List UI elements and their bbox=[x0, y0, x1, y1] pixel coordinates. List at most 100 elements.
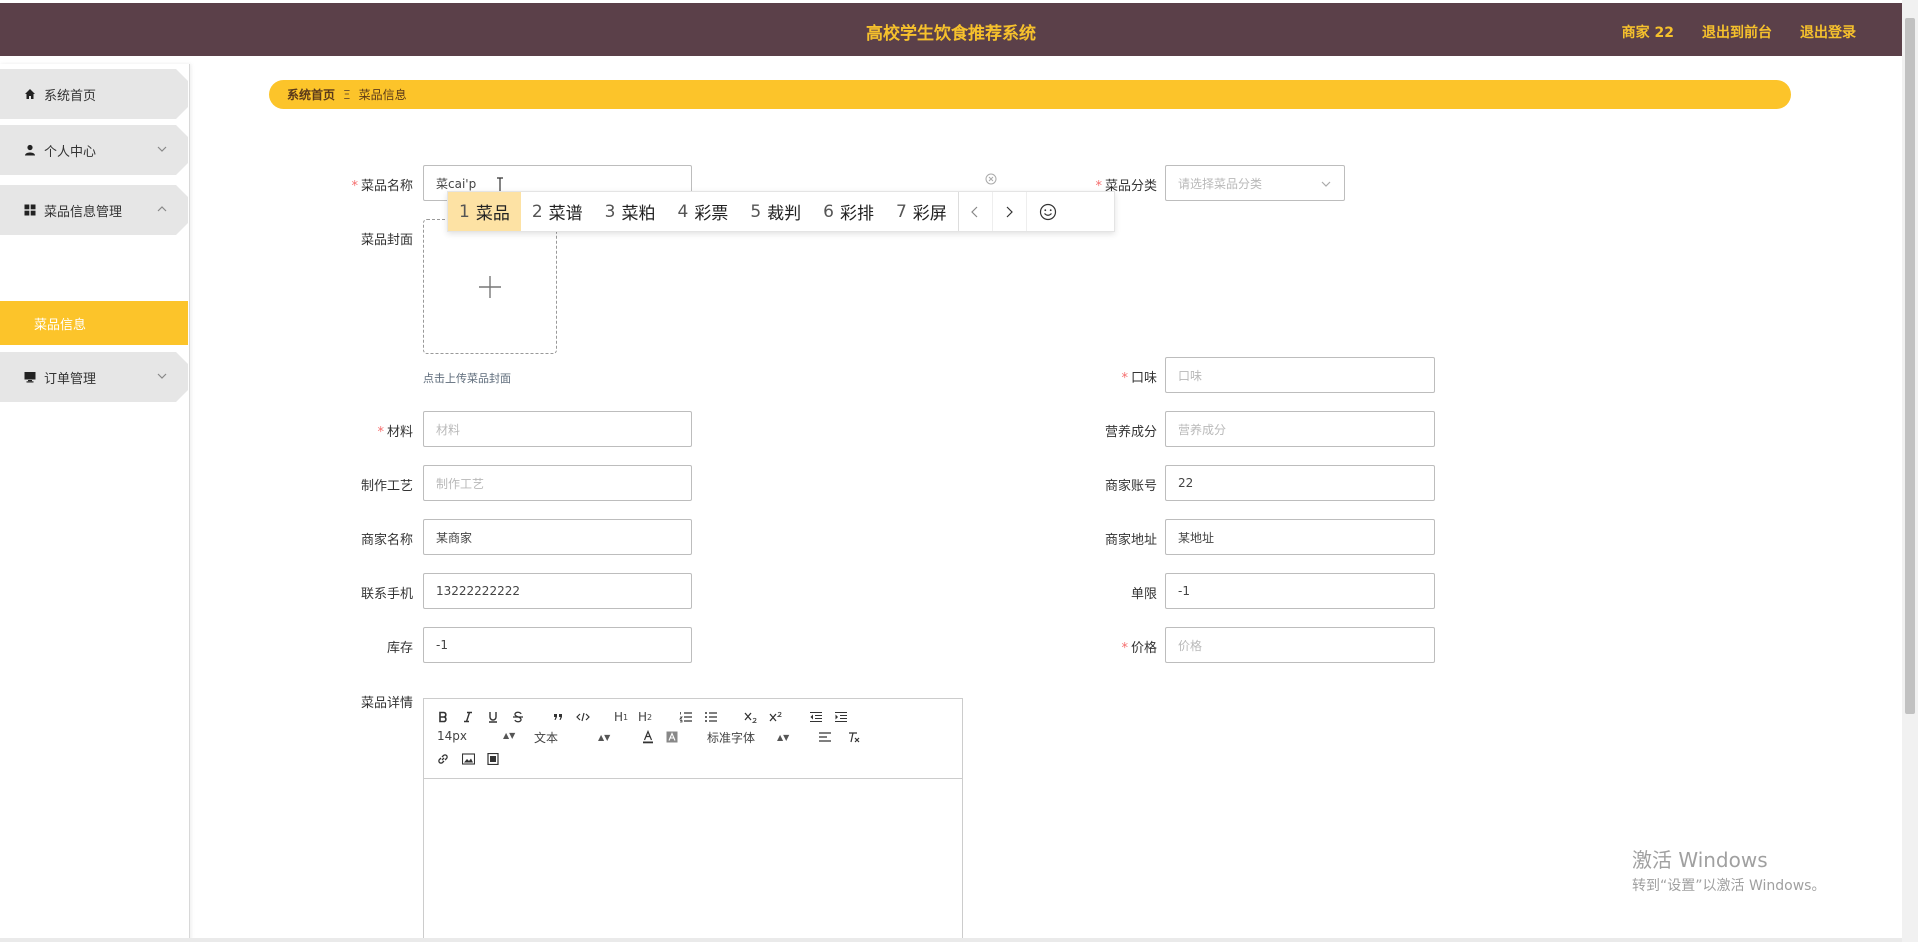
vertical-scrollbar[interactable] bbox=[1902, 0, 1918, 942]
phone-input[interactable]: 13222222222 bbox=[423, 573, 692, 609]
image-icon[interactable] bbox=[462, 751, 475, 767]
ime-candidate-bar: 1 菜品 2 菜谱 3 菜粕 4 彩票 5 裁判 6 彩排 7 彩屏 bbox=[447, 191, 1115, 232]
smiley-icon bbox=[1040, 203, 1057, 220]
chevron-down-icon bbox=[156, 370, 168, 382]
watermark-line1: 激活 Windows bbox=[1632, 848, 1768, 872]
home-icon bbox=[24, 88, 36, 100]
detail-label: 菜品详情 bbox=[360, 696, 413, 711]
block-format-select[interactable]: 文本 ▲▼ bbox=[534, 729, 610, 746]
updown-icon: ▲▼ bbox=[503, 731, 516, 740]
chevron-down-icon bbox=[1320, 178, 1332, 190]
font-family-select[interactable]: 标准字体 ▲▼ bbox=[707, 729, 789, 746]
phone-label: 联系手机 bbox=[360, 587, 413, 602]
ime-emoji-button[interactable] bbox=[1025, 192, 1070, 231]
taste-label: * 口味 bbox=[1121, 371, 1157, 386]
align-icon[interactable] bbox=[818, 729, 832, 745]
merchant-account-label: 商家账号 bbox=[1104, 479, 1157, 494]
heading1-button[interactable]: H1 bbox=[614, 709, 628, 725]
grid-icon bbox=[24, 204, 36, 216]
sidebar-item-label: 系统首页 bbox=[44, 88, 97, 104]
ime-candidate[interactable]: 2 菜谱 bbox=[521, 192, 594, 231]
font-size-select[interactable]: 14px ▲▼ bbox=[437, 729, 515, 743]
font-color-icon[interactable] bbox=[642, 729, 654, 745]
limit-input[interactable]: -1 bbox=[1165, 573, 1435, 609]
updown-icon: ▲▼ bbox=[598, 732, 611, 742]
ime-candidate[interactable]: 5 裁判 bbox=[739, 192, 812, 231]
merchant-address-label: 商家地址 bbox=[1104, 533, 1157, 548]
bullet-list-icon[interactable] bbox=[704, 709, 718, 725]
nutrition-input[interactable]: 营养成分 bbox=[1165, 411, 1435, 447]
ordered-list-icon[interactable] bbox=[679, 709, 693, 725]
sidebar: 系统首页 个人中心 菜品信息管理 菜品信息 订单管理 bbox=[0, 64, 190, 942]
breadcrumb-current: 菜品信息 bbox=[358, 88, 407, 102]
nutrition-label: 营养成分 bbox=[1104, 425, 1157, 440]
subscript-icon[interactable] bbox=[744, 709, 758, 725]
app-title: 高校学生饮食推荐系统 bbox=[866, 24, 1036, 44]
ime-candidate[interactable]: 1 菜品 bbox=[448, 192, 521, 231]
link-icon[interactable] bbox=[437, 751, 449, 767]
logout-link[interactable]: 退出登录 bbox=[1800, 22, 1856, 42]
outdent-icon[interactable] bbox=[809, 709, 823, 725]
video-icon[interactable] bbox=[487, 751, 499, 767]
material-label: * 材料 bbox=[377, 425, 413, 440]
quote-icon[interactable] bbox=[552, 709, 564, 725]
current-user[interactable]: 商家 22 bbox=[1622, 22, 1674, 42]
editor-toolbar: H1 H2 14px ▲▼ 文本 ▲▼ 标准字体 ▲▼ bbox=[424, 699, 962, 779]
sidebar-subitem-dish-info[interactable]: 菜品信息 bbox=[0, 301, 188, 345]
back-to-front-link[interactable]: 退出到前台 bbox=[1702, 22, 1772, 42]
scrollbar-thumb[interactable] bbox=[1905, 18, 1915, 714]
merchant-account-input[interactable]: 22 bbox=[1165, 465, 1435, 501]
clear-format-icon[interactable] bbox=[847, 729, 861, 745]
taste-input[interactable]: 口味 bbox=[1165, 357, 1435, 393]
sidebar-item-orders[interactable]: 订单管理 bbox=[0, 352, 188, 402]
watermark-line2: 转到“设置”以激活 Windows。 bbox=[1632, 878, 1826, 894]
ime-prev-page-button[interactable] bbox=[957, 192, 992, 231]
merchant-name-input[interactable]: 某商家 bbox=[423, 519, 692, 555]
breadcrumb-separator: Ξ bbox=[343, 87, 351, 102]
strikethrough-icon[interactable] bbox=[512, 709, 524, 725]
cover-upload-area[interactable] bbox=[423, 219, 557, 354]
bottom-edge bbox=[0, 938, 1902, 942]
ime-candidate[interactable]: 3 菜粕 bbox=[594, 192, 667, 231]
ime-candidate[interactable]: 7 彩屏 bbox=[885, 192, 958, 231]
monitor-icon bbox=[24, 371, 36, 383]
breadcrumb-home[interactable]: 系统首页 bbox=[287, 86, 335, 103]
sidebar-item-label: 订单管理 bbox=[44, 371, 97, 387]
superscript-icon[interactable] bbox=[769, 709, 783, 725]
italic-icon[interactable] bbox=[462, 709, 474, 725]
chevron-right-icon bbox=[1006, 206, 1014, 217]
price-input[interactable]: 价格 bbox=[1165, 627, 1435, 663]
top-header: 高校学生饮食推荐系统 商家 22 退出到前台 退出登录 bbox=[0, 3, 1902, 56]
ime-next-page-button[interactable] bbox=[991, 192, 1026, 231]
chevron-up-icon bbox=[156, 203, 168, 215]
material-input[interactable]: 材料 bbox=[423, 411, 692, 447]
craft-input[interactable]: 制作工艺 bbox=[423, 465, 692, 501]
stock-input[interactable]: -1 bbox=[423, 627, 692, 663]
sidebar-item-label: 菜品信息管理 bbox=[44, 204, 123, 220]
underline-icon[interactable] bbox=[487, 709, 499, 725]
sidebar-item-home[interactable]: 系统首页 bbox=[0, 69, 188, 119]
indent-icon[interactable] bbox=[834, 709, 848, 725]
rich-text-editor: H1 H2 14px ▲▼ 文本 ▲▼ 标准字体 ▲▼ bbox=[423, 698, 963, 942]
code-icon[interactable] bbox=[576, 709, 590, 725]
craft-label: 制作工艺 bbox=[360, 479, 413, 494]
background-color-icon[interactable] bbox=[666, 729, 678, 745]
sidebar-item-dish-management[interactable]: 菜品信息管理 bbox=[0, 185, 188, 235]
bold-icon[interactable] bbox=[437, 709, 449, 725]
sidebar-item-label: 个人中心 bbox=[44, 144, 97, 160]
chevron-down-icon bbox=[156, 143, 168, 155]
user-icon bbox=[24, 144, 36, 156]
dish-category-placeholder: 请选择菜品分类 bbox=[1178, 176, 1263, 191]
breadcrumb: 系统首页 Ξ 菜品信息 bbox=[269, 80, 1791, 109]
dish-cover-label: 菜品封面 bbox=[360, 233, 413, 248]
ime-candidate[interactable]: 6 彩排 bbox=[812, 192, 885, 231]
heading2-button[interactable]: H2 bbox=[638, 709, 652, 725]
clear-icon[interactable] bbox=[985, 173, 997, 185]
limit-label: 单限 bbox=[1130, 587, 1157, 602]
header-actions: 商家 22 退出到前台 退出登录 bbox=[1622, 22, 1856, 42]
merchant-address-input[interactable]: 某地址 bbox=[1165, 519, 1435, 555]
sidebar-item-personal[interactable]: 个人中心 bbox=[0, 125, 188, 175]
dish-name-label: * 菜品名称 bbox=[351, 179, 413, 194]
dish-category-select[interactable]: 请选择菜品分类 bbox=[1165, 165, 1345, 201]
ime-candidate[interactable]: 4 彩票 bbox=[666, 192, 739, 231]
